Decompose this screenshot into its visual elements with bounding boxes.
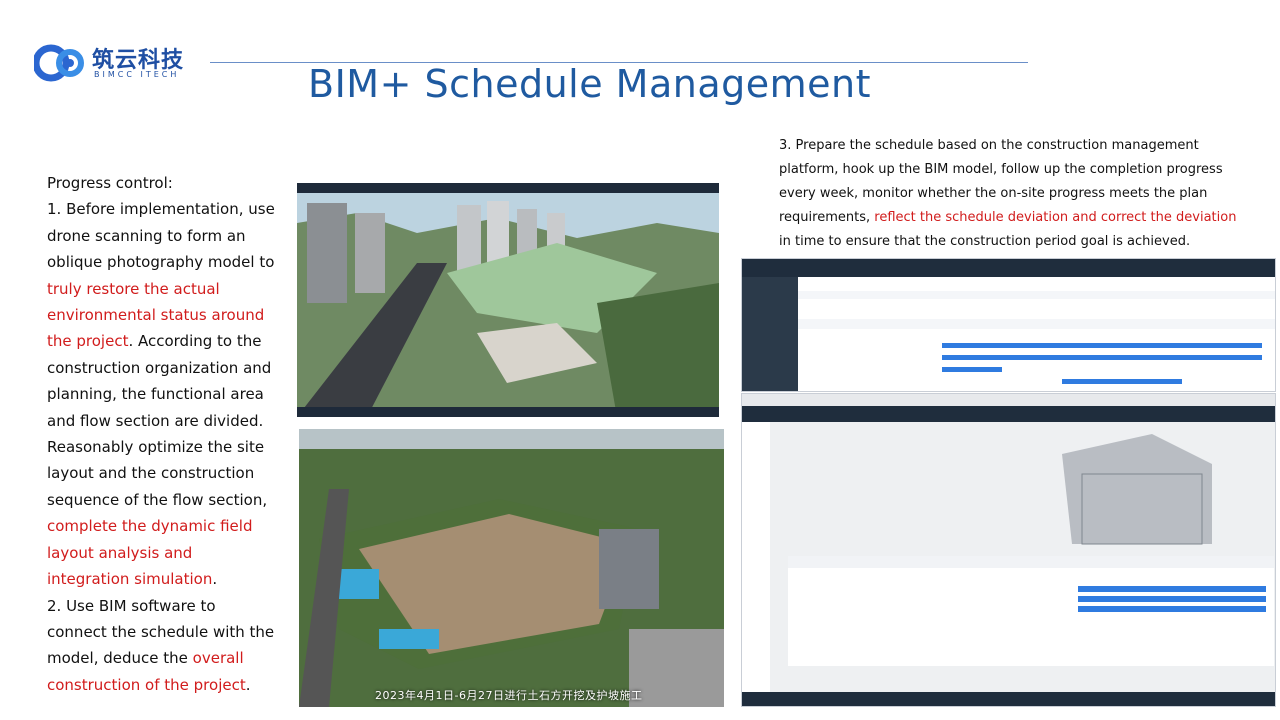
schedule-platform-screenshot: [741, 258, 1276, 392]
highlight-text: reflect the schedule deviation and corre…: [874, 210, 1237, 225]
aerial-site-photo: 2023年4月1日-6月27日进行土石方开挖及护坡施工: [299, 429, 724, 707]
text-span: .: [212, 570, 218, 589]
text-span: 1. Before implementation, use drone scan…: [47, 200, 275, 272]
bim-schedule-screenshot: [741, 393, 1276, 707]
page-title: BIM+ Schedule Management: [308, 62, 871, 106]
progress-control-text: Progress control: 1. Before implementati…: [47, 170, 275, 698]
text-span: . According to the construction organiza…: [47, 332, 272, 509]
schedule-text: 3. Prepare the schedule based on the con…: [779, 134, 1249, 254]
bim-model-image: [742, 394, 1275, 706]
gantt-screenshot-image: [742, 259, 1275, 391]
city-model-image: [297, 183, 719, 417]
construction-site-image: [299, 429, 724, 707]
company-logo: 筑云科技 BIMCC ITECH: [34, 40, 194, 86]
text-span: in time to ensure that the construction …: [779, 234, 1191, 249]
text-heading: Progress control:: [47, 174, 173, 192]
text-item-2: 2. Use BIM software to connect the sched…: [47, 593, 275, 699]
site-caption: 2023年4月1日-6月27日进行土石方开挖及护坡施工: [375, 689, 643, 702]
text-item-1: 1. Before implementation, use drone scan…: [47, 196, 275, 592]
bimcc-logo-icon: [34, 44, 84, 82]
oblique-photography-screenshot: [297, 183, 719, 417]
logo-name-en: BIMCC ITECH: [94, 70, 180, 79]
text-span: .: [245, 675, 251, 694]
highlight-text: complete the dynamic field layout analys…: [47, 517, 253, 589]
